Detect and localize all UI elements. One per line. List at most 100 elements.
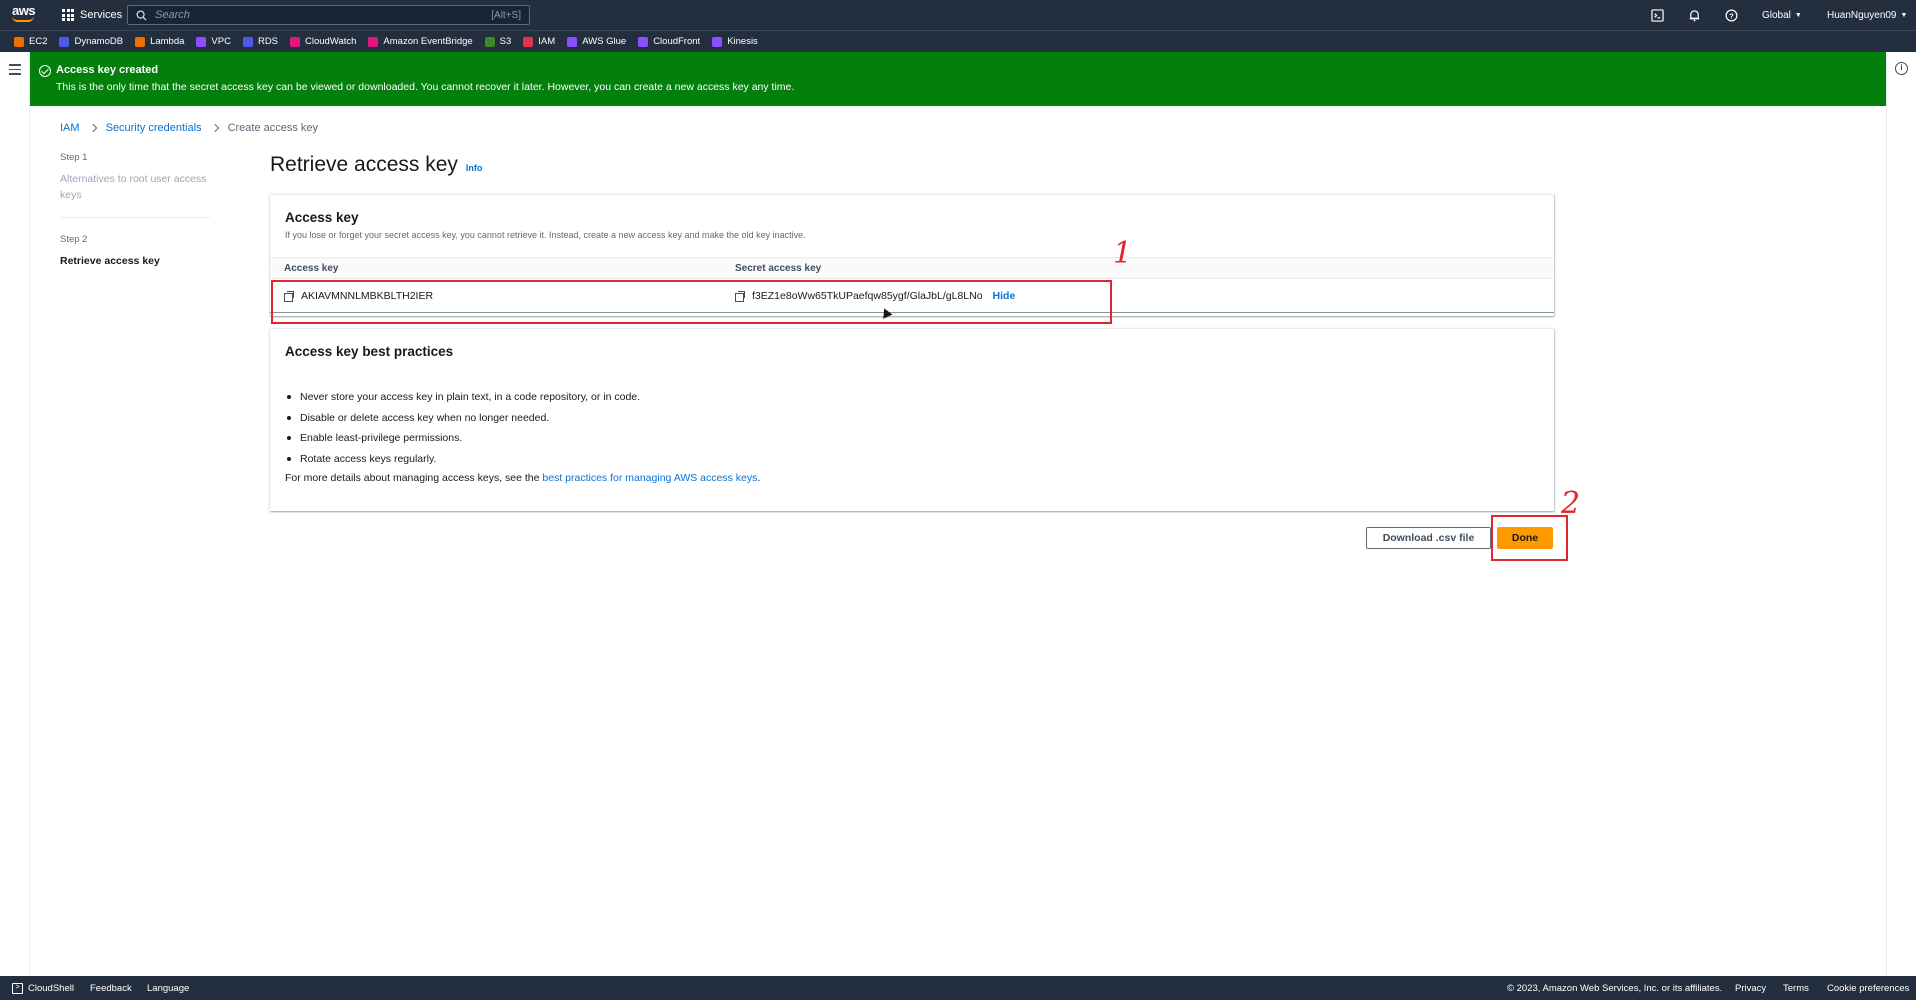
cloudshell-footer-button[interactable]: > CloudShell [12, 982, 74, 994]
caret-down-icon: ▼ [1794, 11, 1802, 19]
kinesis-icon [712, 36, 723, 47]
step-1-desc: Alternatives to root user access keys [60, 173, 207, 201]
annotation-number-2: 2 [1561, 486, 1581, 521]
search-shortcut-hint: [Alt+S] [491, 9, 521, 21]
best-practices-content: Never store your access key in plain tex… [285, 387, 760, 484]
favorite-label: CloudWatch [305, 36, 357, 47]
menu-toggle-icon[interactable] [9, 64, 21, 78]
rds-icon [242, 36, 253, 47]
s3-icon [484, 36, 495, 47]
favorite-dynamodb[interactable]: DynamoDB [59, 36, 123, 47]
favorite-cloudfront[interactable]: CloudFront [638, 36, 700, 47]
list-item: Disable or delete access key when no lon… [285, 408, 760, 429]
search-icon [136, 9, 147, 21]
favorite-label: AWS Glue [582, 36, 627, 47]
list-item: Never store your access key in plain tex… [285, 387, 760, 408]
annotation-box-keys [271, 280, 1112, 324]
page-title-text: Retrieve access key [270, 153, 458, 176]
feedback-link[interactable]: Feedback [90, 983, 132, 994]
step-divider [60, 217, 210, 218]
dynamodb-icon [59, 36, 70, 47]
step-2-label: Step 2 [60, 234, 88, 245]
more-details-suffix: . [757, 472, 761, 484]
language-link[interactable]: Language [147, 983, 189, 994]
breadcrumb-iam[interactable]: IAM [60, 122, 80, 134]
best-practices-panel: Access key best practices Never store yo… [270, 328, 1554, 511]
copyright-text: © 2023, Amazon Web Services, Inc. or its… [1507, 982, 1723, 994]
svg-text:?: ? [1729, 11, 1734, 20]
cookie-preferences-link[interactable]: Cookie preferences [1827, 983, 1909, 994]
step-1-label: Step 1 [60, 152, 88, 163]
favorite-label: S3 [499, 36, 512, 47]
favorite-cloudwatch[interactable]: CloudWatch [290, 36, 356, 47]
favorite-label: CloudFront [653, 36, 701, 47]
aws-logo[interactable]: aws [12, 3, 40, 25]
info-panel-icon[interactable]: i [1895, 62, 1908, 75]
keys-table-header: Access key Secret access key [270, 257, 1554, 279]
favorite-rds[interactable]: RDS [242, 36, 279, 47]
amazon-eventbridge-icon [368, 36, 379, 47]
favorite-s3[interactable]: S3 [484, 36, 512, 47]
aws-glue-icon [567, 36, 578, 47]
aws-logo-text: aws [12, 3, 36, 18]
iam-icon [523, 36, 534, 47]
best-practices-list: Never store your access key in plain tex… [285, 387, 760, 469]
help-icon: ? [1724, 8, 1738, 22]
user-label: HuanNguyen09 [1827, 9, 1897, 21]
column-access-key: Access key [284, 262, 339, 274]
terms-link[interactable]: Terms [1783, 983, 1809, 994]
bell-icon [1687, 8, 1701, 22]
favorite-label: IAM [538, 36, 556, 47]
more-details-prefix: For more details about managing access k… [285, 472, 543, 484]
breadcrumb-current: Create access key [227, 122, 319, 134]
favorite-label: DynamoDB [74, 36, 124, 47]
success-flash-banner: Access key created This is the only time… [30, 52, 1886, 106]
list-item: Rotate access keys regularly. [285, 449, 760, 470]
lambda-icon [135, 36, 146, 47]
best-practices-title: Access key best practices [285, 344, 454, 359]
favorite-label: Amazon EventBridge [383, 36, 473, 47]
services-label: Services [80, 9, 123, 21]
favorite-label: Lambda [150, 36, 185, 47]
chevron-right-icon [210, 123, 219, 133]
flash-title: Access key created [56, 64, 159, 76]
access-key-panel-description: If you lose or forget your secret access… [285, 230, 806, 240]
search-input[interactable] [155, 9, 492, 21]
notifications-button[interactable] [1687, 0, 1701, 30]
cloudshell-nav-button[interactable] [1650, 0, 1664, 30]
favorite-amazon-eventbridge[interactable]: Amazon EventBridge [368, 36, 473, 47]
top-navigation: aws Services [Alt+S] ? Global ▼ HuanNguy… [0, 0, 1916, 30]
breadcrumb-security-credentials[interactable]: Security credentials [106, 122, 202, 134]
breadcrumb: IAM Security credentials Create access k… [60, 122, 318, 134]
flash-message: This is the only time that the secret ac… [56, 81, 795, 93]
help-button[interactable]: ? [1724, 0, 1738, 30]
terminal-icon: > [12, 982, 23, 994]
favorites-bar: EC2 DynamoDB Lambda VPC RDS CloudWatch Amazon … [0, 30, 1916, 52]
download-csv-button[interactable]: Download .csv file [1366, 527, 1491, 549]
favorite-label: VPC [211, 36, 231, 47]
favorite-iam[interactable]: IAM [523, 36, 555, 47]
chevron-right-icon [88, 123, 97, 133]
favorite-vpc[interactable]: VPC [196, 36, 231, 47]
region-selector[interactable]: Global ▼ [1762, 0, 1802, 30]
left-rail [0, 52, 30, 976]
more-details-text: For more details about managing access k… [285, 472, 760, 484]
favorite-lambda[interactable]: Lambda [135, 36, 184, 47]
favorite-label: RDS [257, 36, 279, 47]
annotation-number-1: 1 [1113, 236, 1133, 271]
search-bar: [Alt+S] [127, 5, 530, 25]
favorite-ec2[interactable]: EC2 [14, 36, 47, 47]
info-link[interactable]: Info [466, 163, 483, 173]
best-practices-link[interactable]: best practices for managing AWS access k… [542, 472, 757, 484]
favorite-kinesis[interactable]: Kinesis [712, 36, 758, 47]
account-menu[interactable]: HuanNguyen09 ▼ [1827, 0, 1907, 30]
cloudfront-icon [638, 36, 649, 47]
terminal-icon [1650, 8, 1664, 22]
favorite-label: EC2 [29, 36, 48, 47]
favorite-aws-glue[interactable]: AWS Glue [567, 36, 626, 47]
ec2-icon [14, 36, 24, 47]
services-menu-button[interactable]: Services [62, 6, 122, 24]
step-2-desc: Retrieve access key [60, 255, 160, 267]
privacy-link[interactable]: Privacy [1735, 983, 1766, 994]
caret-down-icon: ▼ [1900, 11, 1908, 19]
